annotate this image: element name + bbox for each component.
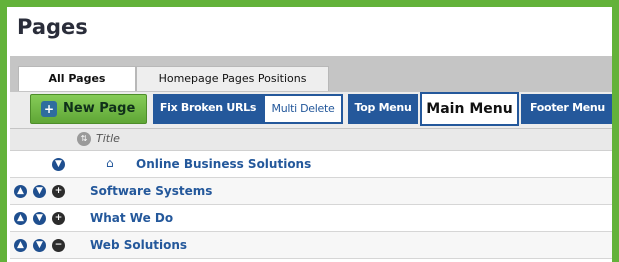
move-down-icon[interactable]: ▼ [33,239,46,252]
home-icon: ⌂ [106,156,114,170]
collapse-icon[interactable]: − [52,239,65,252]
expand-icon[interactable]: + [52,185,65,198]
table-row[interactable]: ▲ ▼ − Web Solutions [10,232,612,259]
table-header: ⇅ Title [10,129,612,151]
page-title: Pages [17,15,88,39]
move-up-icon[interactable]: ▲ [14,185,27,198]
page-name[interactable]: Online Business Solutions [136,157,311,171]
column-title[interactable]: Title [96,132,120,145]
page-name[interactable]: Software Systems [90,184,212,198]
new-page-button[interactable]: + New Page [30,94,147,124]
page-name[interactable]: What We Do [90,211,173,225]
add-page-icon: + [41,101,57,117]
fix-broken-urls-button[interactable]: Fix Broken URLs [153,94,263,124]
sort-icon[interactable]: ⇅ [77,132,91,146]
main-menu-button[interactable]: Main Menu [420,92,519,126]
pages-panel: Pages All Pages Homepage Pages Positions… [0,0,619,262]
move-up-icon[interactable]: ▲ [14,212,27,225]
footer-menu-button[interactable]: Footer Menu [521,94,612,124]
new-page-label: New Page [63,101,136,116]
top-menu-button[interactable]: Top Menu [348,94,418,124]
multi-delete-button[interactable]: Multi Delete [263,94,343,124]
table-row[interactable]: ▼ ⌂ Online Business Solutions [10,151,612,178]
page-name[interactable]: Web Solutions [90,238,187,252]
move-down-icon[interactable]: ▼ [33,185,46,198]
expand-icon[interactable]: + [52,212,65,225]
tab-all-pages[interactable]: All Pages [18,66,136,91]
table-row[interactable]: ▲ ▼ + What We Do [10,205,612,232]
table-row[interactable]: ▲ ▼ + Software Systems [10,178,612,205]
move-down-icon[interactable]: ▼ [33,212,46,225]
tab-homepage-pages-positions[interactable]: Homepage Pages Positions [136,66,329,91]
move-up-icon[interactable]: ▲ [14,239,27,252]
move-down-icon[interactable]: ▼ [52,158,65,171]
